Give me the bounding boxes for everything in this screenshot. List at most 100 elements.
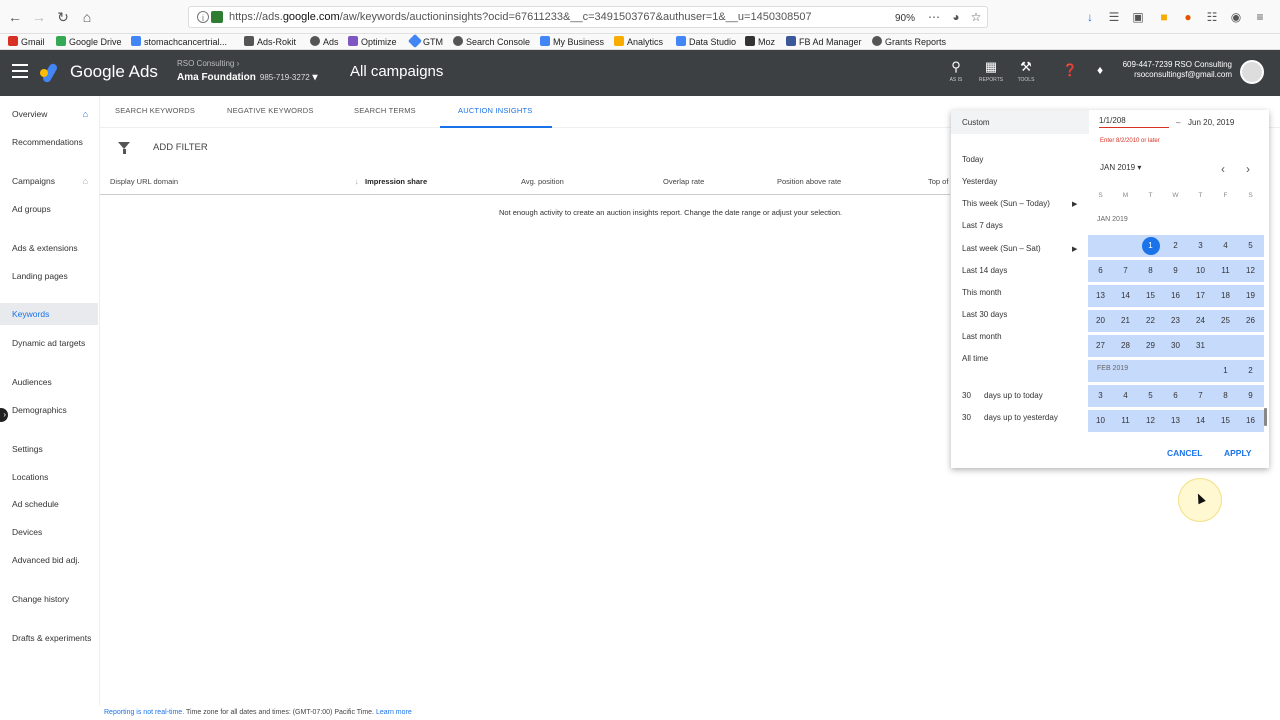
account-selector[interactable]: Ama Foundation 985-719-3272 ▾: [177, 72, 318, 83]
extension-icon[interactable]: ☷: [1204, 9, 1220, 25]
sidebar-item-settings[interactable]: Settings: [12, 444, 96, 455]
more-icon[interactable]: ⋯: [926, 9, 942, 25]
calendar-day[interactable]: 23: [1163, 310, 1188, 332]
download-icon[interactable]: ↓: [1082, 9, 1098, 25]
sidebar-item-landing-pages[interactable]: Landing pages: [12, 271, 96, 282]
sidebar-item-ads-extensions[interactable]: Ads & extensions: [12, 243, 96, 254]
sidebar-item-keywords[interactable]: Keywords: [0, 303, 98, 325]
bookmark-analytics[interactable]: Analytics: [614, 36, 663, 47]
preset-custom[interactable]: Custom: [951, 110, 1089, 134]
next-month-icon[interactable]: ›: [1246, 162, 1250, 176]
preset-this-month[interactable]: This month: [962, 288, 1002, 297]
tab-search-keywords[interactable]: SEARCH KEYWORDS: [115, 106, 195, 115]
calendar-day[interactable]: 11: [1113, 410, 1138, 432]
end-date-input[interactable]: Jun 20, 2019: [1188, 118, 1234, 127]
preset-last-7-days[interactable]: Last 7 days: [962, 221, 1003, 230]
submenu-arrow-icon[interactable]: ▶: [1072, 245, 1077, 253]
forward-icon[interactable]: →: [30, 8, 48, 26]
month-selector[interactable]: JAN 2019 ▾: [1100, 163, 1141, 172]
sidebar-item-ad-groups[interactable]: Ad groups: [12, 204, 96, 215]
bookmark-ads-rokit[interactable]: Ads-Rokit: [244, 36, 296, 47]
days-up-to-yesterday-input[interactable]: 30: [962, 413, 971, 422]
calendar-scrollbar[interactable]: [1264, 408, 1267, 426]
column-header-display-url-domain[interactable]: Display URL domain: [110, 177, 178, 186]
calendar-day[interactable]: 2: [1238, 360, 1263, 382]
calendar-day[interactable]: 31: [1188, 335, 1213, 357]
column-header-top-of-page[interactable]: Top of: [928, 177, 948, 186]
start-date-input[interactable]: 1/1/208: [1099, 116, 1169, 128]
calendar-day[interactable]: 8: [1213, 385, 1238, 407]
preset-last-30-days[interactable]: Last 30 days: [962, 310, 1007, 319]
calendar-day[interactable]: 15: [1213, 410, 1238, 432]
calendar-day[interactable]: 18: [1213, 285, 1238, 307]
apply-button[interactable]: APPLY: [1224, 448, 1252, 458]
calendar-day[interactable]: 1: [1213, 360, 1238, 382]
calendar-day[interactable]: 5: [1138, 385, 1163, 407]
calendar-day[interactable]: 25: [1213, 310, 1238, 332]
cancel-button[interactable]: CANCEL: [1167, 448, 1202, 458]
tab-search-terms[interactable]: SEARCH TERMS: [354, 106, 416, 115]
bookmark-optimize[interactable]: Optimize: [348, 36, 397, 47]
bookmark-fb-ad-manager[interactable]: FB Ad Manager: [786, 36, 862, 47]
calendar-day[interactable]: 28: [1113, 335, 1138, 357]
calendar-day[interactable]: 17: [1188, 285, 1213, 307]
calendar-day[interactable]: 21: [1113, 310, 1138, 332]
filter-icon[interactable]: [118, 142, 130, 154]
bookmark-ads[interactable]: Ads: [310, 36, 339, 47]
learn-more-link[interactable]: Learn more: [376, 709, 412, 716]
calendar-day[interactable]: 30: [1163, 335, 1188, 357]
sidebar-item-demographics[interactable]: Demographics: [12, 405, 96, 416]
home-icon[interactable]: ⌂: [78, 8, 96, 26]
menu-icon[interactable]: ≡: [1252, 9, 1268, 25]
bookmark-star-icon[interactable]: ☆: [968, 9, 984, 25]
pocket-icon[interactable]: ◕: [948, 9, 964, 25]
calendar-day[interactable]: 20: [1088, 310, 1113, 332]
reporting-link[interactable]: Reporting is not real-time.: [104, 709, 184, 716]
avatar[interactable]: [1240, 60, 1264, 84]
sidebar-item-dynamic-ad-targets[interactable]: Dynamic ad targets: [12, 338, 96, 349]
bookmark-stomachcancertrial[interactable]: stomachcancertrial...: [131, 36, 227, 47]
zoom-level[interactable]: 90%: [895, 9, 915, 27]
bookmark-gmail[interactable]: Gmail: [8, 36, 45, 47]
sidebar-item-audiences[interactable]: Audiences: [12, 377, 96, 388]
calendar-day[interactable]: 12: [1238, 260, 1263, 282]
notifications-icon[interactable]: ♦: [1088, 63, 1112, 77]
sidebar-item-recommendations[interactable]: Recommendations: [12, 137, 96, 148]
calendar-day[interactable]: 12: [1138, 410, 1163, 432]
calendar-day[interactable]: 29: [1138, 335, 1163, 357]
column-header-overlap-rate[interactable]: Overlap rate: [663, 177, 704, 186]
preset-last-14-days[interactable]: Last 14 days: [962, 266, 1007, 275]
calendar-day[interactable]: 11: [1213, 260, 1238, 282]
sidebar-item-advanced-bid-adj[interactable]: Advanced bid adj.: [12, 555, 96, 566]
calendar-day[interactable]: 24: [1188, 310, 1213, 332]
reports-icon[interactable]: ▦ REPORTS: [979, 59, 1003, 83]
calendar-day[interactable]: 2: [1163, 235, 1188, 257]
library-icon[interactable]: ☰: [1106, 9, 1122, 25]
bookmark-moz[interactable]: Moz: [745, 36, 775, 47]
add-filter-button[interactable]: ADD FILTER: [153, 142, 208, 153]
calendar-day[interactable]: 7: [1188, 385, 1213, 407]
column-header-position-above-rate[interactable]: Position above rate: [777, 177, 841, 186]
calendar-day[interactable]: 26: [1238, 310, 1263, 332]
calendar-day[interactable]: 14: [1188, 410, 1213, 432]
tools-icon[interactable]: ⚒ TOOLS: [1014, 59, 1038, 83]
calendar-day[interactable]: 27: [1088, 335, 1113, 357]
extension-icon[interactable]: ■: [1156, 9, 1172, 25]
calendar-day[interactable]: 7: [1113, 260, 1138, 282]
bookmark-data-studio[interactable]: Data Studio: [676, 36, 736, 47]
calendar-day[interactable]: 6: [1088, 260, 1113, 282]
preset-last-month[interactable]: Last month: [962, 332, 1002, 341]
bookmark-gtm[interactable]: GTM: [407, 33, 443, 49]
manager-account-link[interactable]: RSO Consulting ›: [177, 59, 239, 68]
sidebar-item-devices[interactable]: Devices: [12, 527, 96, 538]
calendar-day-selected[interactable]: 1: [1138, 235, 1163, 257]
calendar-day[interactable]: 5: [1238, 235, 1263, 257]
days-up-to-today-input[interactable]: 30: [962, 391, 971, 400]
calendar-day[interactable]: 22: [1138, 310, 1163, 332]
help-icon[interactable]: ❓: [1058, 63, 1082, 77]
calendar-day[interactable]: 13: [1088, 285, 1113, 307]
tab-auction-insights[interactable]: AUCTION INSIGHTS: [458, 106, 532, 115]
previous-month-icon[interactable]: ‹: [1221, 162, 1225, 176]
calendar-day[interactable]: 19: [1238, 285, 1263, 307]
bookmark-search-console[interactable]: Search Console: [453, 36, 530, 47]
